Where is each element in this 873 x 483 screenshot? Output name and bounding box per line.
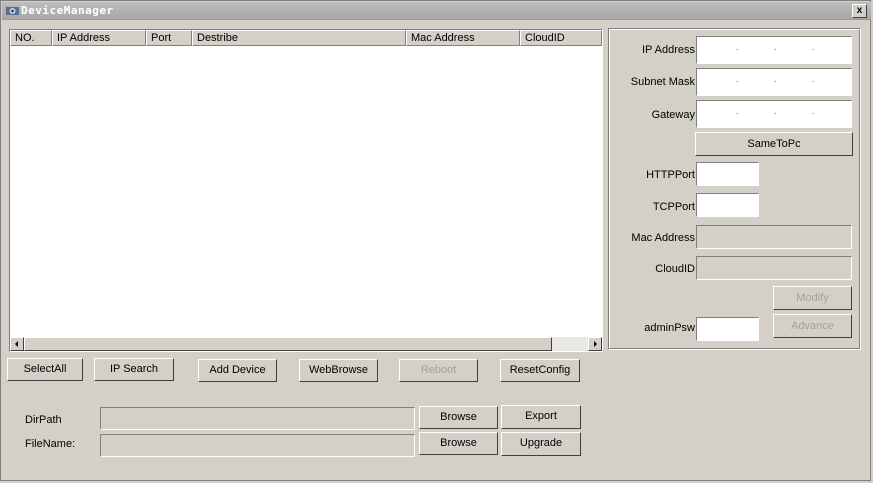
- tcp-port-label: TCPPort: [652, 201, 695, 213]
- admin-psw-label: adminPsw: [644, 322, 695, 334]
- device-settings-panel: IP Address . . . Subnet Mask . . . Gatew…: [608, 28, 861, 350]
- ip-address-field[interactable]: . . .: [696, 36, 852, 64]
- subnet-mask-label: Subnet Mask: [630, 76, 695, 88]
- dir-browse-button[interactable]: Browse: [419, 406, 498, 429]
- dir-path-label: DirPath: [25, 414, 62, 426]
- advance-button[interactable]: Advance: [773, 314, 852, 338]
- add-device-button[interactable]: Add Device: [198, 359, 277, 382]
- subnet-mask-field[interactable]: . . .: [696, 68, 852, 96]
- device-manager-window: DeviceManager x NO. IP Address Port Dest…: [0, 0, 871, 481]
- app-icon: [6, 7, 19, 15]
- scrollbar-thumb[interactable]: [24, 337, 552, 351]
- arrow-right-icon: [594, 341, 597, 347]
- mac-address-field[interactable]: [696, 225, 852, 249]
- reset-config-button[interactable]: ResetConfig: [500, 359, 580, 382]
- column-header-ip-address[interactable]: IP Address: [52, 30, 146, 46]
- ip-address-label: IP Address: [642, 44, 695, 56]
- tcp-port-field[interactable]: [696, 193, 759, 217]
- select-all-button[interactable]: SelectAll: [7, 358, 83, 381]
- close-icon: x: [856, 5, 863, 16]
- dir-path-field[interactable]: [100, 407, 415, 430]
- cloudid-label: CloudID: [655, 263, 695, 275]
- http-port-field[interactable]: [696, 162, 759, 186]
- gateway-label: Gateway: [651, 109, 695, 121]
- web-browse-button[interactable]: WebBrowse: [299, 359, 378, 382]
- admin-psw-field[interactable]: [696, 317, 759, 341]
- column-header-no[interactable]: NO.: [10, 30, 52, 46]
- cloudid-field[interactable]: [696, 256, 852, 280]
- ip-search-button[interactable]: IP Search: [94, 358, 174, 381]
- same-to-pc-button[interactable]: SameToPc: [695, 132, 853, 156]
- modify-button[interactable]: Modify: [773, 286, 852, 310]
- http-port-label: HTTPPort: [646, 169, 695, 181]
- window-title: DeviceManager: [21, 4, 114, 17]
- device-list[interactable]: NO. IP Address Port Destribe Mac Address…: [9, 29, 603, 352]
- title-bar[interactable]: DeviceManager x: [2, 2, 871, 20]
- gateway-field[interactable]: . . .: [696, 100, 852, 128]
- horizontal-scrollbar[interactable]: [10, 337, 602, 351]
- column-header-cloudid[interactable]: CloudID: [520, 30, 602, 46]
- mac-address-label: Mac Address: [631, 232, 695, 244]
- arrow-left-icon: [15, 341, 18, 347]
- scroll-right-button[interactable]: [588, 337, 602, 351]
- column-header-port[interactable]: Port: [146, 30, 192, 46]
- upgrade-button[interactable]: Upgrade: [501, 432, 581, 456]
- scroll-left-button[interactable]: [10, 337, 24, 351]
- column-header-mac-address[interactable]: Mac Address: [406, 30, 520, 46]
- export-button[interactable]: Export: [501, 405, 581, 429]
- file-name-label: FileName:: [25, 438, 76, 450]
- column-header-destribe[interactable]: Destribe: [192, 30, 406, 46]
- file-browse-button[interactable]: Browse: [419, 432, 498, 455]
- list-header: NO. IP Address Port Destribe Mac Address…: [10, 30, 602, 46]
- file-name-field[interactable]: [100, 434, 415, 457]
- close-button[interactable]: x: [852, 4, 867, 18]
- reboot-button[interactable]: Reboot: [399, 359, 478, 382]
